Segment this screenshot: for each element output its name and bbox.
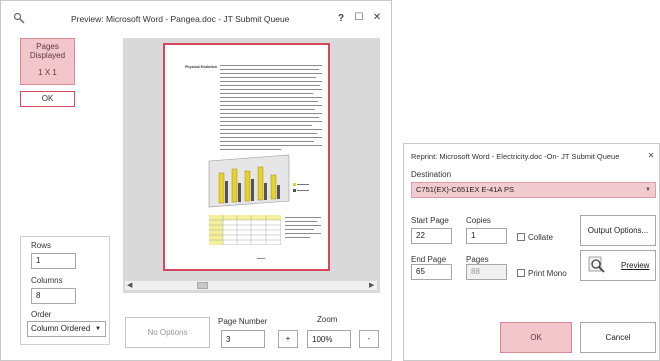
reprint-title: Reprint: Microsoft Word - Electricity.do… bbox=[411, 152, 620, 161]
pages-displayed-line1: Pages bbox=[36, 42, 59, 51]
copies-label: Copies bbox=[466, 216, 491, 225]
columns-label: Columns bbox=[31, 276, 63, 285]
close-icon[interactable]: ✕ bbox=[371, 12, 383, 23]
pages-displayed-button[interactable]: Pages Displayed 1 X 1 bbox=[20, 38, 75, 85]
scroll-thumb[interactable] bbox=[197, 282, 208, 289]
no-options-button[interactable]: No Options bbox=[125, 317, 210, 348]
pages-label: Pages bbox=[466, 255, 489, 264]
preview-button[interactable]: Preview bbox=[580, 250, 656, 281]
scroll-left-icon[interactable]: ◀ bbox=[127, 281, 132, 289]
copies-input[interactable]: 1 bbox=[466, 228, 507, 244]
preview-button-label: Preview bbox=[621, 261, 650, 270]
destination-select[interactable]: C751(EX)-C651EX E-41A PS ▼ bbox=[411, 182, 656, 198]
horizontal-scrollbar[interactable] bbox=[125, 281, 377, 290]
doc-side-lines bbox=[285, 217, 321, 238]
doc-footer-line bbox=[257, 258, 265, 259]
collate-label: Collate bbox=[528, 233, 553, 242]
preview-page: Physical Evolution bbox=[163, 43, 330, 271]
scroll-right-icon[interactable]: ▶ bbox=[369, 281, 374, 289]
magnifier-icon bbox=[587, 255, 607, 284]
collate-checkbox[interactable] bbox=[517, 233, 525, 241]
rows-input[interactable]: 1 bbox=[31, 253, 76, 269]
pages-displayed-line2: Displayed bbox=[29, 51, 66, 60]
preview-ok-button[interactable]: OK bbox=[20, 91, 75, 107]
destination-label: Destination bbox=[411, 170, 452, 179]
doc-table-thumbnail bbox=[208, 214, 282, 246]
zoom-minus-button[interactable]: - bbox=[359, 330, 379, 348]
doc-text-block bbox=[220, 65, 322, 153]
order-label: Order bbox=[31, 310, 52, 319]
end-page-input[interactable]: 65 bbox=[411, 264, 452, 280]
destination-value: C751(EX)-C651EX E-41A PS bbox=[416, 185, 514, 194]
chevron-down-icon: ▼ bbox=[645, 187, 651, 193]
rows-label: Rows bbox=[31, 241, 52, 250]
pages-displayed-value: 1 X 1 bbox=[38, 68, 57, 77]
page-number-label: Page Number bbox=[218, 317, 268, 326]
reprint-cancel-button[interactable]: Cancel bbox=[580, 322, 656, 353]
columns-input[interactable]: 8 bbox=[31, 288, 76, 304]
reprint-ok-button[interactable]: OK bbox=[500, 322, 572, 353]
zoom-label: Zoom bbox=[317, 315, 338, 324]
print-mono-checkbox[interactable] bbox=[517, 269, 525, 277]
page-plus-button[interactable]: + bbox=[278, 330, 298, 348]
print-mono-label: Print Mono bbox=[528, 269, 567, 278]
start-page-label: Start Page bbox=[411, 216, 449, 225]
zoom-input[interactable]: 100% bbox=[307, 330, 351, 348]
maximize-icon[interactable]: ☐ bbox=[353, 12, 365, 23]
chevron-down-icon: ▼ bbox=[95, 326, 101, 332]
help-icon[interactable]: ? bbox=[336, 13, 346, 24]
preview-title: Preview: Microsoft Word - Pangea.doc - J… bbox=[71, 14, 290, 24]
reprint-close-icon[interactable]: ✕ bbox=[646, 151, 656, 160]
order-select[interactable]: Column Ordered ▼ bbox=[27, 321, 106, 337]
start-page-input[interactable]: 22 bbox=[411, 228, 452, 244]
doc-chart-thumbnail bbox=[201, 153, 311, 211]
preview-app-icon bbox=[13, 12, 25, 24]
order-select-value: Column Ordered bbox=[31, 324, 91, 333]
page-number-input[interactable]: 3 bbox=[221, 330, 265, 348]
pages-input: 88 bbox=[466, 264, 507, 280]
preview-window: Preview: Microsoft Word - Pangea.doc - J… bbox=[0, 0, 392, 361]
reprint-window: Reprint: Microsoft Word - Electricity.do… bbox=[403, 143, 660, 361]
end-page-label: End Page bbox=[411, 255, 447, 264]
doc-heading: Physical Evolution bbox=[185, 65, 217, 69]
output-options-button[interactable]: Output Options... bbox=[580, 215, 656, 246]
